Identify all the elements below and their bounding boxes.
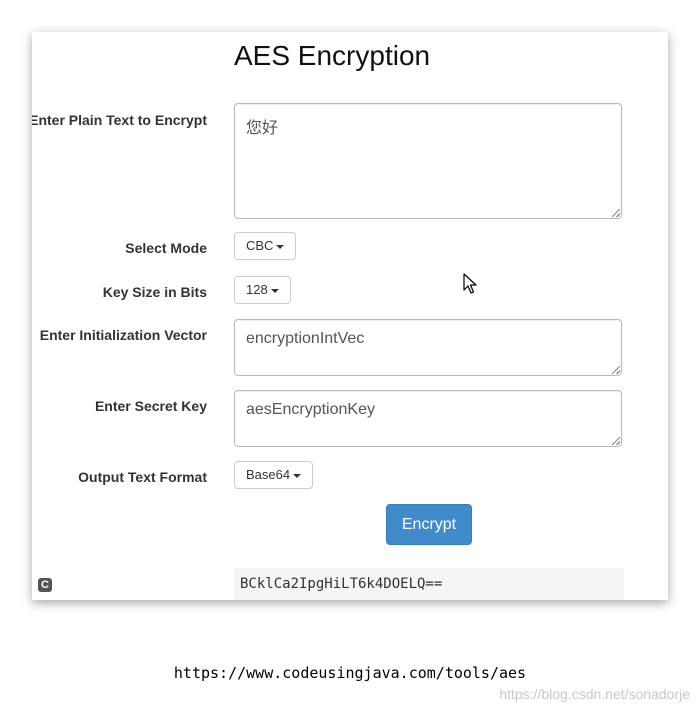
plain-text-label: Enter Plain Text to Encrypt xyxy=(32,112,207,128)
output-format-label: Output Text Format xyxy=(78,469,207,485)
footer-url: https://www.codeusingjava.com/tools/aes xyxy=(173,664,527,682)
output-format-dropdown[interactable]: Base64 xyxy=(234,461,314,489)
mode-label: Select Mode xyxy=(125,240,207,256)
secret-key-value: aesEncryptionKey xyxy=(246,401,375,418)
plain-text-input[interactable]: 您好 xyxy=(234,103,622,219)
mode-dropdown[interactable]: CBC xyxy=(234,232,297,260)
encrypted-output: BCklCa2IpgHiLT6k4DOELQ== xyxy=(234,568,624,600)
encrypt-button[interactable]: Encrypt xyxy=(386,504,472,545)
iv-label: Enter Initialization Vector xyxy=(39,327,207,343)
resize-handle-icon[interactable] xyxy=(612,437,620,445)
resize-handle-icon[interactable] xyxy=(612,209,620,217)
page-title: AES Encryption xyxy=(234,40,431,71)
key-size-selected: 128 xyxy=(246,282,268,297)
resize-handle-icon[interactable] xyxy=(612,366,620,374)
mouse-pointer-icon xyxy=(463,273,477,294)
key-size-dropdown[interactable]: 128 xyxy=(234,276,291,304)
mode-selected: CBC xyxy=(246,238,274,253)
secret-key-input[interactable]: aesEncryptionKey xyxy=(234,390,622,447)
output-format-selected: Base64 xyxy=(246,467,291,482)
secret-key-label: Enter Secret Key xyxy=(94,398,207,414)
plain-text-value: 您好 xyxy=(246,120,279,137)
caret-down-icon xyxy=(276,244,285,249)
caret-down-icon xyxy=(293,473,302,478)
caret-down-icon xyxy=(270,288,279,293)
c-logo-icon: C xyxy=(38,578,52,592)
watermark: https://blog.csdn.net/sonadorje xyxy=(499,686,690,702)
aes-tool-card: AES Encryption Enter Plain Text to Encry… xyxy=(32,32,668,600)
key-size-label: Key Size in Bits xyxy=(102,284,207,300)
iv-input[interactable]: encryptionIntVec xyxy=(234,319,622,376)
iv-value: encryptionIntVec xyxy=(246,330,365,347)
